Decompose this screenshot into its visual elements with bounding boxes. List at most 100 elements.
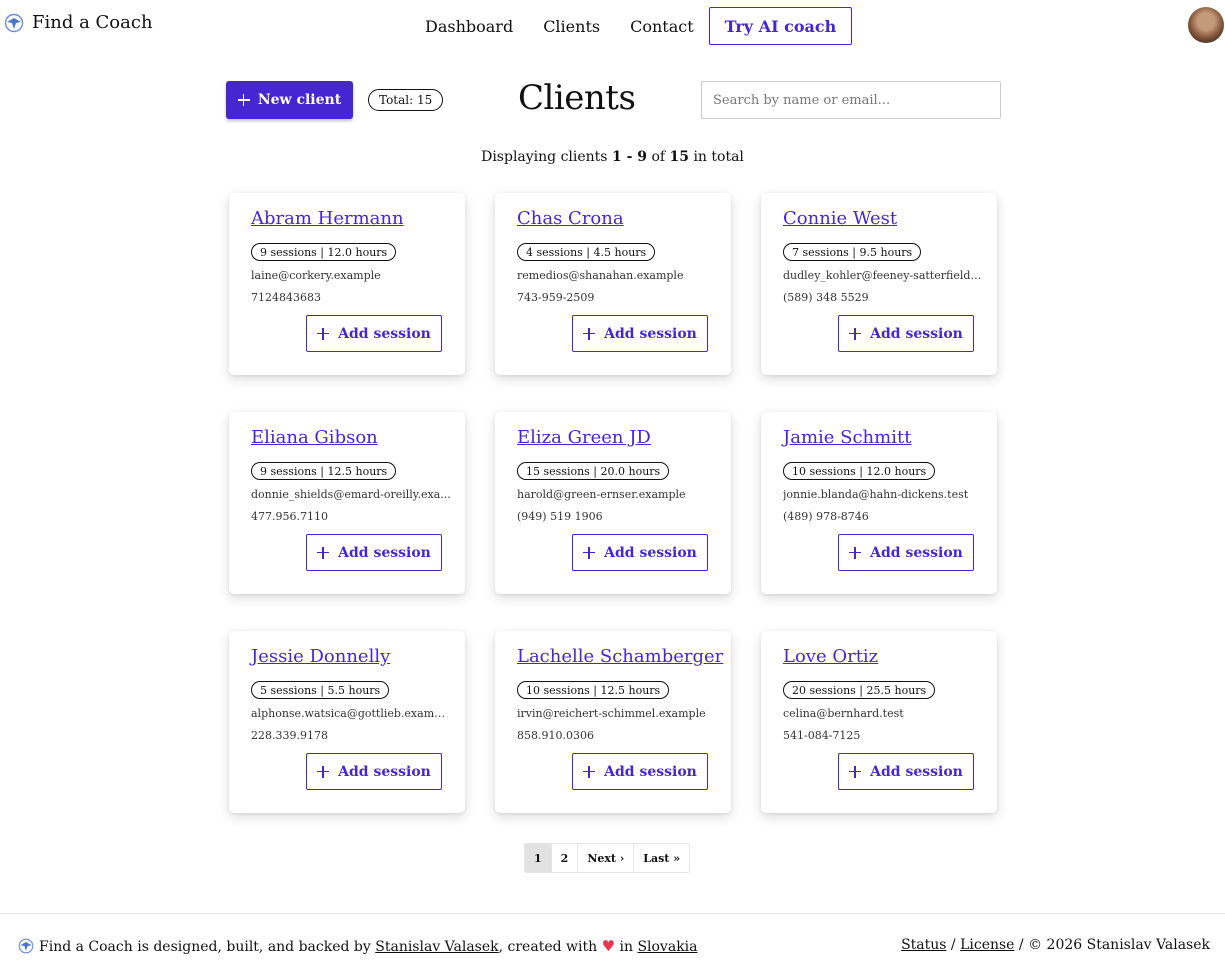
client-card: Jamie Schmitt 10 sessions | 12.0 hours j…: [761, 412, 997, 594]
status-link[interactable]: Status: [901, 937, 946, 953]
nav-contact[interactable]: Contact: [615, 7, 709, 45]
footer-sep: /: [946, 937, 961, 953]
brand-logo-icon: [4, 13, 24, 32]
nav-links: Dashboard Clients Contact Try AI coach: [410, 7, 853, 45]
plus-icon: [317, 327, 330, 340]
page-title: Clients: [518, 78, 636, 118]
client-email: dudley_kohler@feeney-satterfield.test: [783, 269, 983, 282]
plus-icon: [849, 327, 862, 340]
summary-range: 1 - 9: [611, 149, 647, 165]
footer-credits: Find a Coach is designed, built, and bac…: [18, 937, 698, 955]
client-name-link[interactable]: Eliza Green JD: [517, 427, 651, 448]
add-session-button[interactable]: Add session: [572, 315, 708, 352]
license-link[interactable]: License: [960, 937, 1014, 953]
add-session-button[interactable]: Add session: [306, 315, 442, 352]
client-name-link[interactable]: Jessie Donnelly: [251, 646, 390, 667]
client-email: donnie_shields@emard-oreilly.exa...: [251, 488, 451, 501]
search-input[interactable]: [701, 81, 1001, 119]
new-client-label: New client: [257, 92, 342, 108]
copyright: / © 2026 Stanislav Valasek: [1014, 937, 1210, 953]
new-client-button[interactable]: New client: [226, 81, 353, 119]
client-email: alphonse.watsica@gottlieb.example: [251, 707, 451, 720]
plus-icon: [583, 327, 596, 340]
client-card: Chas Crona 4 sessions | 4.5 hours remedi…: [495, 193, 731, 375]
displaying-summary: Displaying clients 1 - 9 of 15 in total: [0, 149, 1225, 165]
client-email: remedios@shanahan.example: [517, 269, 684, 282]
client-card: Abram Hermann 9 sessions | 12.0 hours la…: [229, 193, 465, 375]
author-link[interactable]: Stanislav Valasek: [375, 939, 498, 955]
footer-text-3: in: [615, 939, 638, 955]
client-card: Jessie Donnelly 5 sessions | 5.5 hours a…: [229, 631, 465, 813]
client-email: harold@green-ernser.example: [517, 488, 686, 501]
navbar: Find a Coach Dashboard Clients Contact T…: [0, 0, 1225, 52]
client-card: Eliana Gibson 9 sessions | 12.5 hours do…: [229, 412, 465, 594]
client-stats-badge: 10 sessions | 12.5 hours: [517, 681, 670, 699]
summary-of: of: [647, 149, 670, 165]
footer-links: Status / License / © 2026 Stanislav Vala…: [901, 937, 1210, 953]
add-session-button[interactable]: Add session: [838, 534, 974, 571]
last-page-button[interactable]: Last »: [633, 843, 691, 873]
summary-suffix: in total: [689, 149, 744, 165]
add-session-label: Add session: [338, 544, 431, 561]
client-stats-badge: 20 sessions | 25.5 hours: [783, 681, 936, 699]
footer-brand: Find a Coach: [39, 939, 133, 955]
client-stats-badge: 9 sessions | 12.0 hours: [251, 243, 397, 261]
client-name-link[interactable]: Jamie Schmitt: [783, 427, 911, 448]
footer-divider: [0, 913, 1225, 914]
client-name-link[interactable]: Connie West: [783, 208, 897, 229]
add-session-label: Add session: [338, 325, 431, 342]
footer-text-2: , created with: [498, 939, 602, 955]
brand-logo-icon: [18, 938, 34, 954]
total-badge: Total: 15: [368, 89, 444, 111]
country-link[interactable]: Slovakia: [637, 939, 697, 955]
add-session-button[interactable]: Add session: [306, 753, 442, 790]
add-session-button[interactable]: Add session: [838, 753, 974, 790]
client-phone: 228.339.9178: [251, 729, 328, 742]
client-phone: 7124843683: [251, 291, 321, 304]
try-ai-coach-button[interactable]: Try AI coach: [708, 7, 853, 45]
footer-text: Find a Coach is designed, built, and bac…: [39, 937, 698, 955]
client-card: Eliza Green JD 15 sessions | 20.0 hours …: [495, 412, 731, 594]
page-1-button[interactable]: 1: [524, 843, 552, 873]
page-2-button[interactable]: 2: [550, 843, 579, 873]
plus-icon: [583, 765, 596, 778]
client-card: Love Ortiz 20 sessions | 25.5 hours celi…: [761, 631, 997, 813]
add-session-label: Add session: [870, 325, 963, 342]
client-phone: (589) 348 5529: [783, 291, 869, 304]
client-stats-badge: 9 sessions | 12.5 hours: [251, 462, 397, 480]
client-stats-badge: 10 sessions | 12.0 hours: [783, 462, 936, 480]
client-phone: 743-959-2509: [517, 291, 595, 304]
nav-dashboard[interactable]: Dashboard: [410, 7, 528, 45]
client-name-link[interactable]: Eliana Gibson: [251, 427, 378, 448]
client-email: laine@corkery.example: [251, 269, 381, 282]
add-session-button[interactable]: Add session: [838, 315, 974, 352]
client-email: irvin@reichert-schimmel.example: [517, 707, 706, 720]
client-card: Connie West 7 sessions | 9.5 hours dudle…: [761, 193, 997, 375]
nav-clients[interactable]: Clients: [528, 7, 615, 45]
client-name-link[interactable]: Chas Crona: [517, 208, 624, 229]
plus-icon: [317, 765, 330, 778]
client-name-link[interactable]: Lachelle Schamberger: [517, 646, 723, 667]
client-stats-badge: 5 sessions | 5.5 hours: [251, 681, 390, 699]
add-session-label: Add session: [870, 544, 963, 561]
client-name-link[interactable]: Love Ortiz: [783, 646, 878, 667]
footer-text-1: is designed, built, and backed by: [132, 939, 376, 955]
add-session-label: Add session: [604, 544, 697, 561]
add-session-button[interactable]: Add session: [306, 534, 442, 571]
add-session-button[interactable]: Add session: [572, 753, 708, 790]
add-session-label: Add session: [604, 763, 697, 780]
summary-total: 15: [669, 149, 689, 165]
client-name-link[interactable]: Abram Hermann: [251, 208, 404, 229]
heart-icon: ♥: [601, 937, 616, 955]
plus-icon: [583, 546, 596, 559]
next-page-button[interactable]: Next ›: [577, 843, 635, 873]
plus-icon: [237, 94, 250, 106]
brand-link[interactable]: Find a Coach: [4, 12, 153, 33]
plus-icon: [317, 546, 330, 559]
client-stats-badge: 15 sessions | 20.0 hours: [517, 462, 670, 480]
user-avatar[interactable]: [1188, 7, 1224, 43]
summary-prefix: Displaying clients: [481, 149, 612, 165]
brand-name: Find a Coach: [32, 12, 153, 33]
add-session-button[interactable]: Add session: [572, 534, 708, 571]
add-session-label: Add session: [870, 763, 963, 780]
